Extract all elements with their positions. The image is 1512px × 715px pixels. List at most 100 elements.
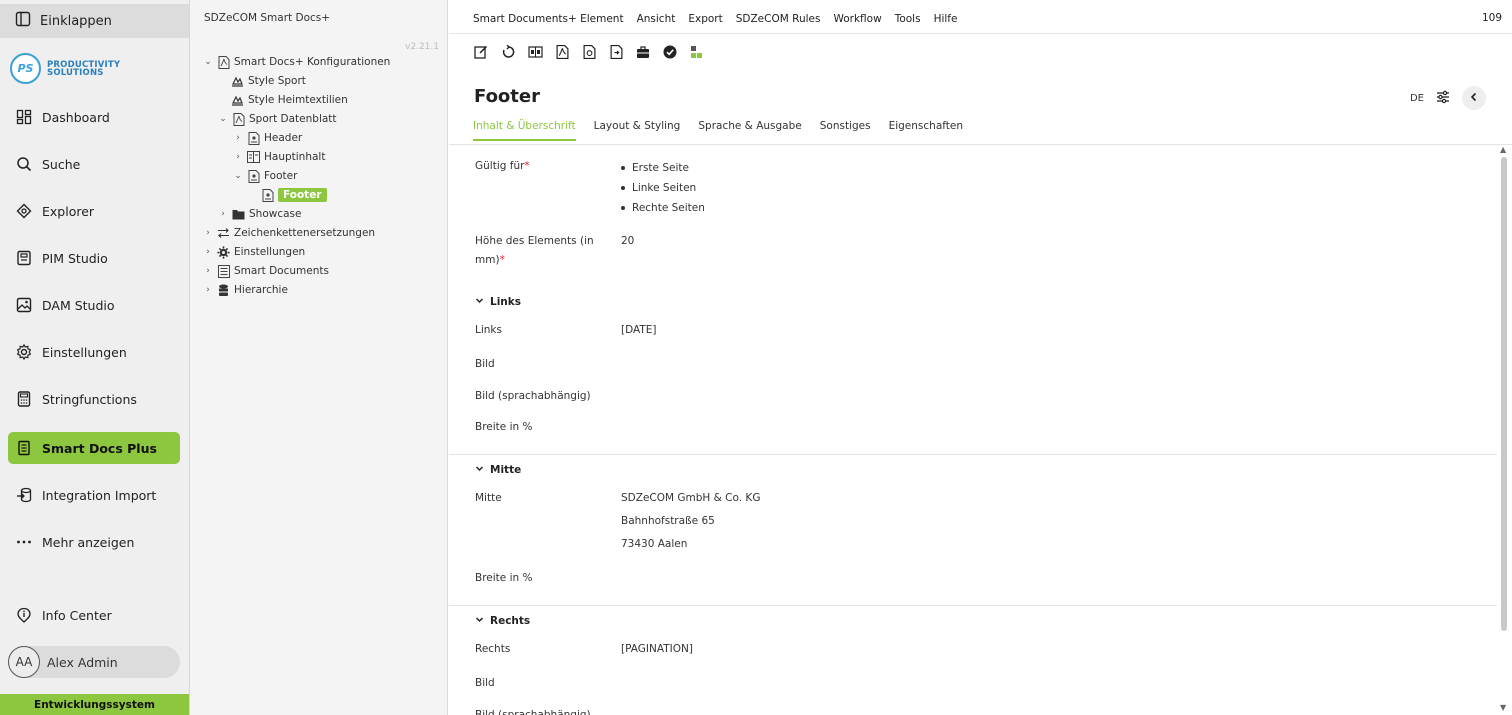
workflow-icon[interactable] <box>689 44 705 60</box>
tree-node-zeichenketten[interactable]: › Zeichenkettenersetzungen <box>203 224 375 242</box>
tab-inhalt[interactable]: Inhalt & Überschrift <box>473 120 576 141</box>
nav-smart-docs-plus[interactable]: Smart Docs Plus <box>8 432 180 464</box>
nav-explorer[interactable]: Explorer <box>8 195 180 227</box>
language-selector[interactable]: DE <box>1410 93 1424 104</box>
chevron-right-icon[interactable]: › <box>218 209 228 219</box>
nav-dashboard[interactable]: Dashboard <box>8 101 180 133</box>
chevron-right-icon[interactable]: › <box>203 247 213 257</box>
menu-item[interactable]: Workflow <box>833 13 881 25</box>
mitte-line: 73430 Aalen <box>621 538 688 550</box>
nav-label: Smart Docs Plus <box>42 440 157 456</box>
nav-stringfunctions[interactable]: Stringfunctions <box>8 383 180 415</box>
reload-icon[interactable] <box>500 44 516 60</box>
tree-node-style-heimtextilien[interactable]: Style Heimtextilien <box>231 91 348 109</box>
section-mitte[interactable]: Mitte <box>475 464 521 476</box>
menu-item[interactable]: SDZeCOM Rules <box>736 13 821 25</box>
tree-node-hauptinhalt[interactable]: › Hauptinhalt <box>233 148 325 166</box>
tree-node-footer-selected[interactable]: Footer <box>261 186 327 204</box>
menu-item[interactable]: Smart Documents+ Element <box>473 13 624 25</box>
menu-item[interactable]: Hilfe <box>934 13 958 25</box>
tree-node-sport-datenblatt[interactable]: ⌄ Sport Datenblatt <box>218 110 337 128</box>
tab-sprache[interactable]: Sprache & Ausgabe <box>698 120 801 141</box>
chevron-down-icon[interactable]: ⌄ <box>218 114 228 124</box>
height-value[interactable]: 20 <box>621 235 634 247</box>
check-circle-icon[interactable] <box>662 44 678 60</box>
list-item: Rechte Seiten <box>621 198 705 218</box>
style-icon <box>231 75 244 88</box>
pdf-icon <box>217 55 230 69</box>
more-icon <box>15 533 33 551</box>
scrollbar[interactable]: ▲ ▼ <box>1499 145 1509 715</box>
nav-label: Stringfunctions <box>42 391 137 407</box>
section-links[interactable]: Links <box>475 296 521 308</box>
gear-icon <box>217 245 230 259</box>
preview-icon[interactable] <box>581 44 597 60</box>
tree-node-footer[interactable]: ⌄ Footer <box>233 167 297 185</box>
scroll-up-icon[interactable]: ▲ <box>1500 145 1506 154</box>
nav-integration-import[interactable]: Integration Import <box>8 479 180 511</box>
pdf-icon[interactable] <box>554 44 570 60</box>
mitte-value[interactable]: SDZeCOM GmbH & Co. KG Bahnhofstraße 65 7… <box>621 492 760 561</box>
collapse-button[interactable]: Einklappen <box>0 4 189 38</box>
nav-label: Einstellungen <box>42 344 127 360</box>
logo-line-2: SOLUTIONS <box>47 67 104 78</box>
document-icon <box>217 264 230 278</box>
company-logo[interactable]: PS PRODUCTIVITY SOLUTIONS <box>10 53 120 84</box>
tree-title: SDZeCOM Smart Docs+ <box>204 12 331 24</box>
valid-for-list[interactable]: Erste Seite Linke Seiten Rechte Seiten <box>621 158 705 218</box>
chevron-right-icon[interactable]: › <box>233 133 243 143</box>
nav-more[interactable]: Mehr anzeigen <box>8 526 180 558</box>
tree-node-einstellungen[interactable]: › Einstellungen <box>203 243 305 261</box>
tree-node-header[interactable]: › Header <box>233 129 302 147</box>
tree-node-showcase[interactable]: › Showcase <box>218 205 301 223</box>
tree-node-label: Hauptinhalt <box>264 151 326 163</box>
tab-layout[interactable]: Layout & Styling <box>594 120 681 141</box>
tree-node-style-sport[interactable]: Style Sport <box>231 72 306 90</box>
breite-label: Breite in % <box>475 572 533 584</box>
nav-settings[interactable]: Einstellungen <box>8 336 180 368</box>
tab-sonstiges[interactable]: Sonstiges <box>820 120 871 141</box>
nav-pim-studio[interactable]: PIM Studio <box>8 242 180 274</box>
info-icon <box>15 606 33 624</box>
menu-item[interactable]: Ansicht <box>637 13 676 25</box>
sliders-icon[interactable] <box>1436 90 1450 107</box>
briefcase-icon[interactable] <box>635 44 651 60</box>
tree-node-hierarchie[interactable]: › Hierarchie <box>203 281 288 299</box>
explorer-icon <box>15 202 33 220</box>
user-menu[interactable]: AA Alex Admin <box>8 646 180 678</box>
chevron-right-icon[interactable]: › <box>233 152 243 162</box>
info-center-button[interactable]: Info Center <box>8 599 180 631</box>
info-center-label: Info Center <box>42 607 112 623</box>
menu-item[interactable]: Export <box>688 13 722 25</box>
notification-count[interactable]: 109 <box>1482 12 1502 24</box>
mitte-line: SDZeCOM GmbH & Co. KG <box>621 492 761 504</box>
scroll-down-icon[interactable]: ▼ <box>1500 703 1506 712</box>
edit-icon[interactable] <box>473 44 489 60</box>
tree-node-label: Footer <box>278 188 327 202</box>
rechts-value[interactable]: [PAGINATION] <box>621 643 693 655</box>
scrollbar-thumb[interactable] <box>1501 157 1507 631</box>
tree-node-config[interactable]: ⌄ Smart Docs+ Konfigurationen <box>203 53 390 71</box>
tab-eigenschaften[interactable]: Eigenschaften <box>889 120 963 141</box>
dashboard-icon <box>15 108 33 126</box>
chevron-right-icon[interactable]: › <box>203 285 213 295</box>
chevron-right-icon[interactable]: › <box>203 266 213 276</box>
section-rechts[interactable]: Rechts <box>475 615 530 627</box>
document-icon <box>15 439 33 457</box>
content-icon <box>247 151 260 164</box>
chevron-down-icon[interactable]: ⌄ <box>203 57 213 67</box>
chevron-right-icon[interactable]: › <box>203 228 213 238</box>
export-icon[interactable] <box>608 44 624 60</box>
menu-item[interactable]: Tools <box>895 13 921 25</box>
nav-dam-studio[interactable]: DAM Studio <box>8 289 180 321</box>
bild-label: Bild <box>475 677 495 689</box>
compare-icon[interactable] <box>527 44 543 60</box>
chevron-down-icon[interactable]: ⌄ <box>233 171 243 181</box>
collapse-panel-button[interactable] <box>1462 86 1486 110</box>
chevron-down-icon <box>475 296 484 308</box>
tree-node-smart-documents[interactable]: › Smart Documents <box>203 262 329 280</box>
page-element-icon <box>261 188 274 202</box>
links-value[interactable]: [DATE] <box>621 324 657 336</box>
gear-icon <box>15 343 33 361</box>
nav-search[interactable]: Suche <box>8 148 180 180</box>
